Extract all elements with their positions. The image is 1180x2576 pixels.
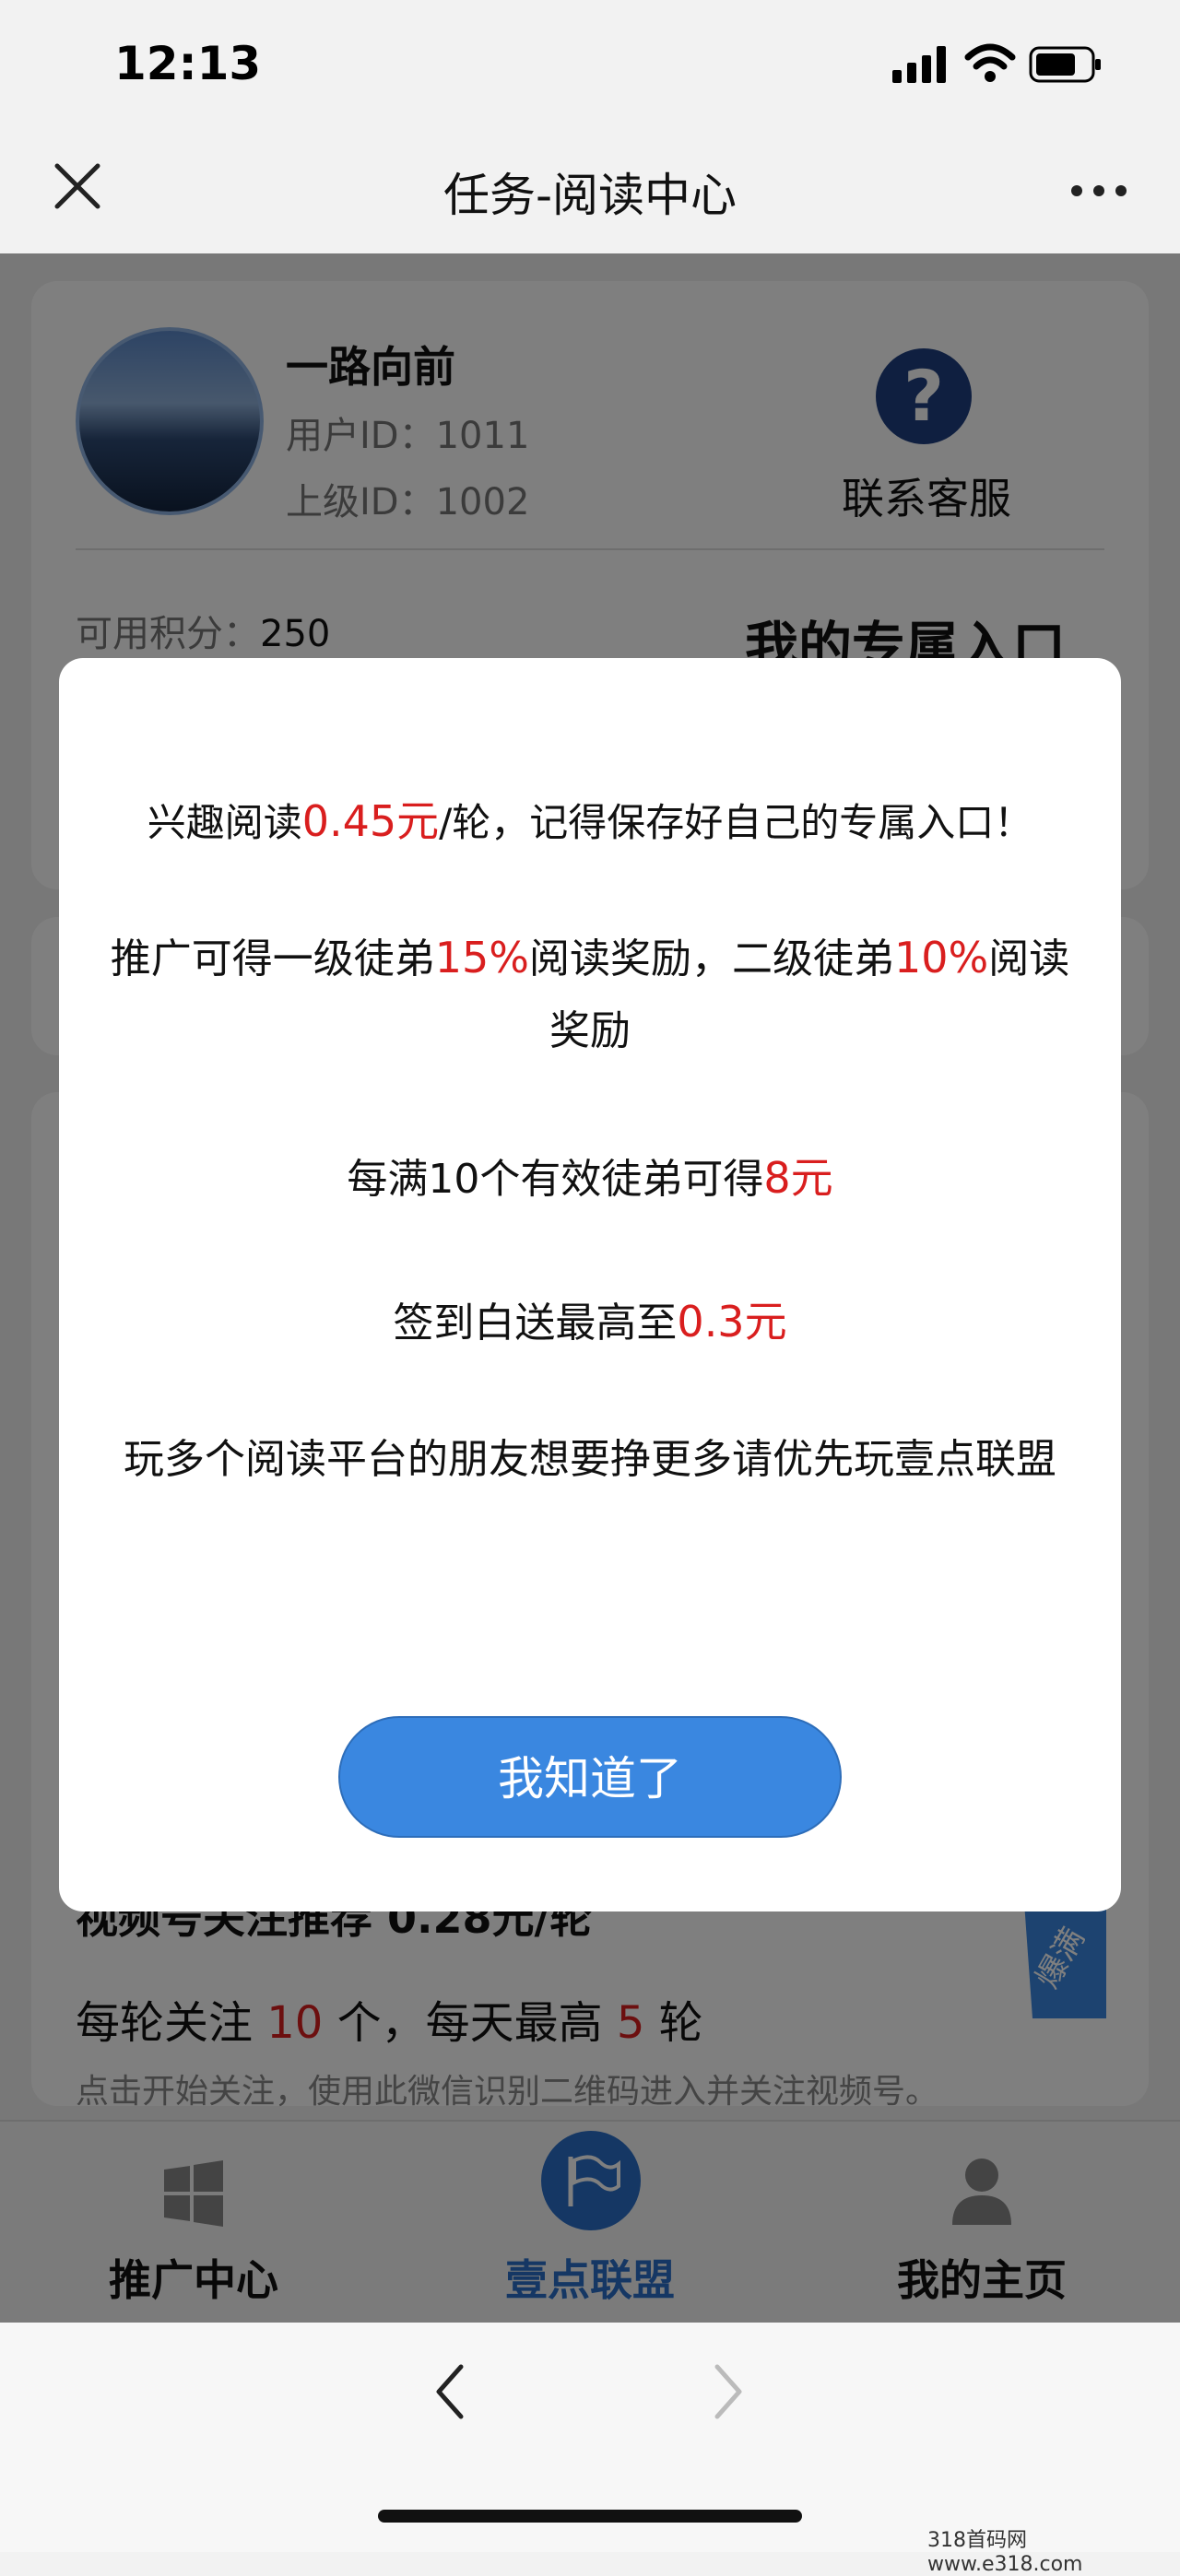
- level2-rate: 10%: [894, 933, 989, 982]
- notice-text: /轮，记得保存好自己的专属入口！: [439, 800, 1033, 845]
- watermark: 318首码网 www.e318.com: [927, 2529, 1083, 2576]
- notice-line-referral: 推广可得一级徒弟15%阅读奖励，二级徒弟10%阅读奖励: [92, 922, 1088, 1067]
- bonus-amount: 8元: [763, 1153, 833, 1203]
- back-icon[interactable]: [431, 2359, 468, 2424]
- page-title: 任务-阅读中心: [442, 169, 738, 222]
- forward-icon[interactable]: [710, 2359, 747, 2424]
- notice-line-reading-rate: 兴趣阅读0.45元/轮，记得保存好自己的专属入口！: [92, 788, 1088, 849]
- notice-text: 推广可得一级徒弟: [110, 935, 435, 982]
- notice-line-bonus: 每满10个有效徒弟可得8元: [92, 1145, 1088, 1206]
- acknowledge-button[interactable]: 我知道了: [338, 1716, 842, 1838]
- more-icon[interactable]: [1069, 180, 1128, 202]
- home-indicator: [378, 2510, 802, 2523]
- wifi-icon: [964, 43, 1016, 82]
- close-icon[interactable]: [48, 157, 107, 216]
- battery-icon: [1029, 46, 1101, 83]
- notice-text: 每满10个有效徒弟可得: [347, 1156, 764, 1203]
- notice-text: 兴趣阅读: [147, 800, 302, 845]
- signal-icon: [892, 46, 946, 83]
- notice-line-checkin: 签到白送最高至0.3元: [92, 1288, 1088, 1349]
- notice-line-recommend: 玩多个阅读平台的朋友想要挣更多请优先玩壹点联盟: [124, 1436, 1056, 1483]
- checkin-amount: 0.3元: [677, 1297, 787, 1347]
- notice-text: 签到白送最高至: [393, 1300, 678, 1347]
- status-time: 12:13: [114, 37, 262, 90]
- level1-rate: 15%: [434, 933, 529, 982]
- reading-rate: 0.45元: [301, 796, 440, 846]
- notice-text: 阅读奖励，二级徒弟: [529, 935, 894, 982]
